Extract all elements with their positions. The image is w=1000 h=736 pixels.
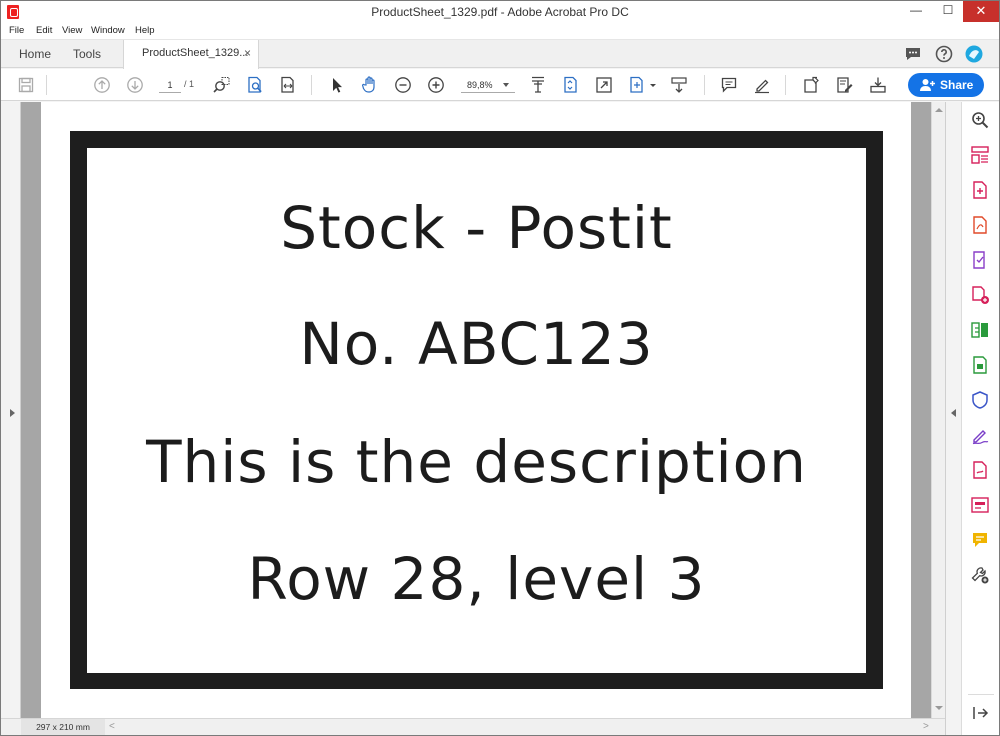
collapse-right-panel-icon[interactable]: [951, 409, 956, 417]
toolbar-divider: [311, 75, 312, 95]
send-for-signature-icon[interactable]: [970, 460, 990, 480]
zoom-in-icon[interactable]: [427, 76, 445, 94]
toolbar-divider: [704, 75, 705, 95]
previous-page-icon[interactable]: [93, 76, 111, 94]
toolbar-divider: [785, 75, 786, 95]
save-icon[interactable]: [17, 76, 35, 94]
print-production-icon[interactable]: [970, 355, 990, 375]
hand-tool-icon[interactable]: [361, 76, 379, 94]
left-panel-toggle[interactable]: [1, 102, 21, 718]
compare-files-icon[interactable]: [970, 320, 990, 340]
label-description: This is the description: [146, 428, 807, 496]
zoom-out-icon[interactable]: [394, 76, 412, 94]
page-display-icon[interactable]: [529, 76, 547, 94]
zoom-tool-icon[interactable]: [970, 110, 990, 130]
organize-pages-icon[interactable]: [970, 145, 990, 165]
tab-home[interactable]: Home: [19, 47, 51, 61]
acrobat-window: ProductSheet_1329.pdf - Adobe Acrobat Pr…: [0, 0, 1000, 736]
find-text-icon[interactable]: [246, 76, 264, 94]
protect-shield-icon[interactable]: [970, 390, 990, 410]
maximize-button[interactable]: ☐: [933, 1, 963, 22]
pdf-page: Stock - Postit No. ABC123 This is the de…: [41, 102, 911, 718]
rotate-dropdown-chevron-icon[interactable]: [646, 76, 664, 94]
scroll-mode-icon[interactable]: [670, 76, 688, 94]
scroll-up-arrow-icon[interactable]: [935, 108, 943, 112]
fit-page-icon[interactable]: [562, 76, 580, 94]
menu-help[interactable]: Help: [135, 25, 155, 36]
label-content: Stock - Postit No. ABC123 This is the de…: [87, 148, 866, 673]
collapse-tools-pane-icon[interactable]: [970, 703, 990, 723]
export-pdf-icon[interactable]: [970, 215, 990, 235]
page-size-label: 297 x 210 mm: [21, 719, 105, 735]
menu-file[interactable]: File: [9, 25, 24, 36]
prepare-form-icon[interactable]: [970, 495, 990, 515]
marquee-zoom-icon[interactable]: [213, 76, 231, 94]
next-page-icon[interactable]: [126, 76, 144, 94]
combine-files-icon[interactable]: [970, 285, 990, 305]
download-tray-icon[interactable]: [869, 76, 887, 94]
comment-tool-icon[interactable]: [970, 530, 990, 550]
menu-bar: File Edit View Window Help: [1, 23, 999, 40]
title-bar: ProductSheet_1329.pdf - Adobe Acrobat Pr…: [1, 1, 999, 23]
fill-sign-icon[interactable]: [836, 76, 854, 94]
account-icon[interactable]: [964, 44, 984, 64]
more-tools-icon[interactable]: [970, 565, 990, 585]
page-number-input[interactable]: 1: [159, 77, 181, 93]
highlight-pen-icon[interactable]: [753, 76, 771, 94]
expand-left-panel-icon[interactable]: [10, 409, 15, 417]
scroll-right-arrow-icon[interactable]: >: [923, 721, 929, 732]
label-product-number: No. ABC123: [299, 310, 654, 378]
share-label: Share: [940, 78, 974, 92]
page-total-label: / 1: [184, 79, 195, 89]
close-tab-button[interactable]: ×: [244, 46, 251, 60]
right-panel-toggle[interactable]: [945, 102, 961, 735]
help-icon[interactable]: [934, 44, 954, 64]
toolbar-divider: [46, 75, 47, 95]
tab-bar: Home Tools ProductSheet_1329... ×: [1, 40, 999, 69]
create-pdf-icon[interactable]: [970, 180, 990, 200]
fill-and-sign-icon[interactable]: [970, 425, 990, 445]
chat-icon[interactable]: [903, 44, 923, 64]
minimize-button[interactable]: —: [901, 1, 931, 22]
scroll-left-arrow-icon[interactable]: <: [109, 721, 115, 732]
tools-pane: [961, 102, 999, 735]
rotate-view-icon[interactable]: [628, 76, 646, 94]
tab-tools[interactable]: Tools: [73, 47, 101, 61]
document-tab-label: ProductSheet_1329...: [142, 47, 249, 59]
window-title: ProductSheet_1329.pdf - Adobe Acrobat Pr…: [371, 5, 629, 19]
tab-document[interactable]: ProductSheet_1329... ×: [123, 40, 259, 69]
close-window-button[interactable]: ✕: [963, 1, 999, 22]
scroll-down-arrow-icon[interactable]: [935, 706, 943, 710]
label-border: Stock - Postit No. ABC123 This is the de…: [70, 131, 883, 689]
label-location: Row 28, level 3: [247, 545, 706, 613]
tools-pane-divider: [968, 694, 994, 695]
full-screen-icon[interactable]: [595, 76, 613, 94]
status-bar: 297 x 210 mm < >: [1, 718, 945, 735]
share-button[interactable]: Share: [908, 73, 984, 97]
document-viewport[interactable]: Stock - Postit No. ABC123 This is the de…: [1, 102, 945, 718]
fit-width-icon[interactable]: [279, 76, 297, 94]
label-title: Stock - Postit: [280, 194, 673, 262]
edit-pdf-icon[interactable]: [970, 250, 990, 270]
toolbar: 1 / 1 89,8% Share: [1, 69, 999, 101]
menu-window[interactable]: Window: [91, 25, 125, 36]
zoom-dropdown-chevron-icon[interactable]: [503, 83, 509, 87]
menu-edit[interactable]: Edit: [36, 25, 52, 36]
comment-icon[interactable]: [720, 76, 738, 94]
menu-view[interactable]: View: [62, 25, 82, 36]
select-cursor-icon[interactable]: [328, 76, 346, 94]
vertical-scrollbar[interactable]: [931, 102, 945, 718]
add-person-icon: [920, 78, 935, 92]
export-file-icon[interactable]: [803, 76, 821, 94]
